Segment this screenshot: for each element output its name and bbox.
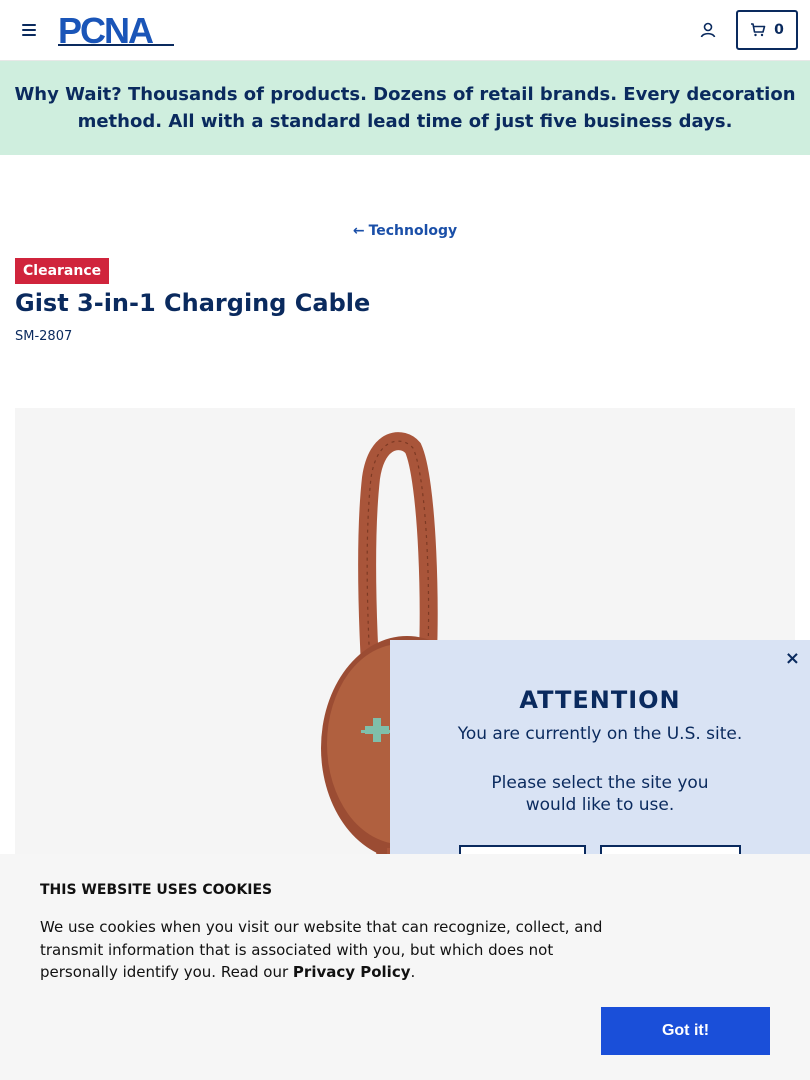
promo-banner: Why Wait? Thousands of products. Dozens … <box>0 61 810 155</box>
clearance-badge: Clearance <box>15 258 110 284</box>
promo-text: Why Wait? Thousands of products. Dozens … <box>14 81 796 135</box>
site-header: PCNA 0 <box>0 0 810 61</box>
cookie-title: THIS WEBSITE USES COOKIES <box>40 882 273 898</box>
accept-cookies-button[interactable]: Got it! <box>601 1007 770 1055</box>
product-sku: SM-2807 <box>15 329 73 344</box>
pcna-logo[interactable]: PCNA <box>58 13 178 47</box>
hamburger-menu-icon[interactable] <box>20 21 38 39</box>
breadcrumb-back-link[interactable]: ← Technology <box>0 223 810 239</box>
arrow-left-icon: ← <box>352 223 365 239</box>
modal-title: ATTENTION <box>519 686 681 714</box>
modal-instruction: Please select the site you would like to… <box>491 773 709 815</box>
cart-icon <box>751 23 766 37</box>
cart-count: 0 <box>774 22 784 38</box>
product-title: Gist 3-in-1 Charging Cable <box>15 289 371 317</box>
modal-current-site: You are currently on the U.S. site. <box>457 724 743 744</box>
cookie-text: We use cookies when you visit our websit… <box>40 916 620 984</box>
privacy-policy-link[interactable]: Privacy Policy <box>293 963 411 981</box>
cart-button[interactable]: 0 <box>736 10 798 50</box>
close-icon[interactable]: × <box>785 648 800 669</box>
cookie-end: . <box>410 963 416 981</box>
promo-lead: Why Wait? <box>14 84 122 105</box>
svg-text:PCNA: PCNA <box>58 13 154 47</box>
cookie-banner: THIS WEBSITE USES COOKIES We use cookies… <box>0 854 810 1080</box>
breadcrumb-label: Technology <box>368 223 458 239</box>
promo-body: Thousands of products. Dozens of retail … <box>77 84 796 132</box>
user-icon[interactable] <box>698 20 718 40</box>
